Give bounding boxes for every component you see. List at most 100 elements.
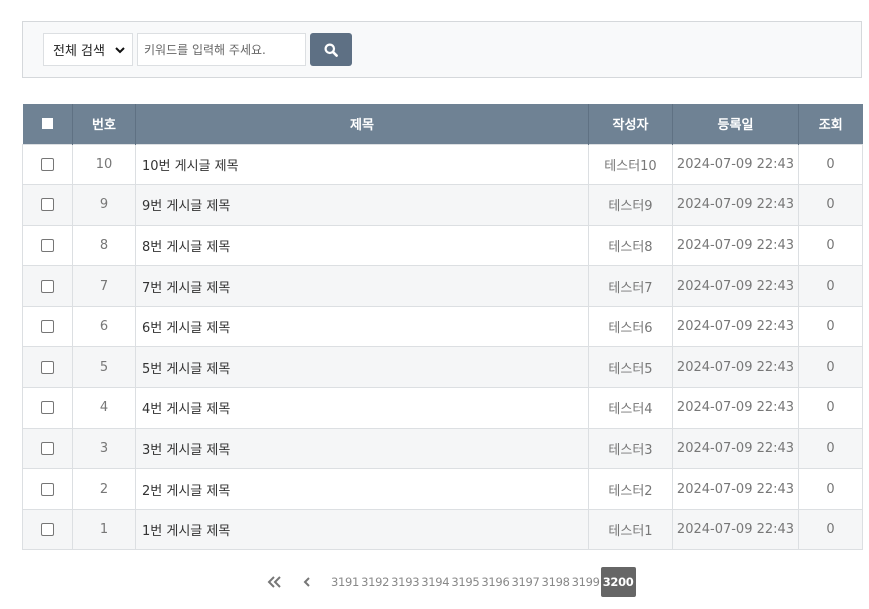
row-author: 테스터7	[588, 265, 673, 307]
row-checkbox[interactable]	[41, 238, 54, 252]
page-link[interactable]: 3192	[360, 567, 390, 597]
row-checkbox-cell[interactable]	[22, 224, 73, 267]
page-number-list: 3191 3192 3193 3194 3195 3196 3197 3198 3199 3200	[330, 567, 636, 597]
row-checkbox[interactable]	[41, 441, 54, 455]
page-link[interactable]: 3197	[510, 567, 540, 597]
search-icon	[324, 43, 338, 57]
table-header-row: 번호 제목 작성자 등록일 조회	[22, 104, 863, 144]
page-link[interactable]: 3193	[390, 567, 420, 597]
page-link[interactable]: 3191	[330, 567, 360, 597]
row-number: 2	[72, 468, 136, 510]
row-checkbox-cell[interactable]	[22, 265, 73, 307]
table-row[interactable]: 3 3번 게시글 제목 테스터3 2024-07-09 22:43 0	[22, 427, 863, 470]
row-title-link[interactable]: 8번 게시글 제목	[135, 224, 589, 267]
row-checkbox-cell[interactable]	[22, 143, 73, 186]
row-title-link[interactable]: 10번 게시글 제목	[135, 143, 589, 186]
chevron-left-icon[interactable]	[302, 574, 312, 590]
search-type-value: 전체 검색	[53, 44, 105, 59]
page-link[interactable]: 3199	[571, 567, 601, 597]
row-date: 2024-07-09 22:43	[672, 305, 799, 348]
row-title-link[interactable]: 6번 게시글 제목	[135, 305, 589, 348]
search-type-select[interactable]: 전체 검색	[43, 33, 133, 66]
row-views: 0	[798, 468, 863, 510]
search-panel: 전체 검색	[22, 21, 862, 78]
row-views: 0	[798, 184, 863, 226]
row-date: 2024-07-09 22:43	[672, 508, 799, 551]
row-number: 7	[72, 265, 136, 307]
row-date: 2024-07-09 22:43	[672, 427, 799, 470]
table-row[interactable]: 1 1번 게시글 제목 테스터1 2024-07-09 22:43 0	[22, 508, 863, 551]
row-views: 0	[798, 224, 863, 267]
row-checkbox[interactable]	[41, 523, 54, 537]
table-row[interactable]: 10 10번 게시글 제목 테스터10 2024-07-09 22:43 0	[22, 143, 863, 186]
table-row[interactable]: 7 7번 게시글 제목 테스터7 2024-07-09 22:43 0	[22, 265, 863, 307]
row-number: 3	[72, 427, 136, 470]
row-checkbox[interactable]	[41, 198, 54, 212]
row-checkbox-cell[interactable]	[22, 387, 73, 429]
row-views: 0	[798, 346, 863, 389]
row-checkbox-cell[interactable]	[22, 305, 73, 348]
table-row[interactable]: 4 4번 게시글 제목 테스터4 2024-07-09 22:43 0	[22, 387, 863, 429]
page-link[interactable]: 3195	[450, 567, 480, 597]
row-author: 테스터4	[588, 387, 673, 429]
row-date: 2024-07-09 22:43	[672, 468, 799, 510]
row-author: 테스터5	[588, 346, 673, 389]
page-current[interactable]: 3200	[600, 567, 636, 597]
row-title-link[interactable]: 9번 게시글 제목	[135, 184, 589, 226]
row-checkbox[interactable]	[41, 401, 54, 415]
select-all-checkbox[interactable]	[41, 118, 53, 130]
row-author: 테스터6	[588, 305, 673, 348]
row-date: 2024-07-09 22:43	[672, 265, 799, 307]
page-link[interactable]: 3194	[420, 567, 450, 597]
row-title-link[interactable]: 3번 게시글 제목	[135, 427, 589, 470]
row-views: 0	[798, 143, 863, 186]
search-button[interactable]	[310, 33, 352, 66]
row-title-link[interactable]: 4번 게시글 제목	[135, 387, 589, 429]
row-checkbox[interactable]	[41, 157, 54, 171]
row-number: 8	[72, 224, 136, 267]
row-title-link[interactable]: 7번 게시글 제목	[135, 265, 589, 307]
row-number: 9	[72, 184, 136, 226]
table-row[interactable]: 8 8번 게시글 제목 테스터8 2024-07-09 22:43 0	[22, 224, 863, 267]
double-chevron-left-icon[interactable]	[266, 574, 282, 590]
row-title-link[interactable]: 1번 게시글 제목	[135, 508, 589, 551]
row-date: 2024-07-09 22:43	[672, 387, 799, 429]
header-title: 제목	[135, 104, 589, 144]
row-date: 2024-07-09 22:43	[672, 143, 799, 186]
row-number: 4	[72, 387, 136, 429]
row-checkbox-cell[interactable]	[22, 184, 73, 226]
row-number: 5	[72, 346, 136, 389]
table-row[interactable]: 6 6번 게시글 제목 테스터6 2024-07-09 22:43 0	[22, 305, 863, 348]
row-checkbox-cell[interactable]	[22, 427, 73, 470]
header-number: 번호	[72, 104, 136, 144]
row-author: 테스터1	[588, 508, 673, 551]
row-title-link[interactable]: 5번 게시글 제목	[135, 346, 589, 389]
row-title-link[interactable]: 2번 게시글 제목	[135, 468, 589, 510]
row-author: 테스터9	[588, 184, 673, 226]
header-author: 작성자	[588, 104, 673, 144]
page-link[interactable]: 3196	[480, 567, 510, 597]
row-checkbox-cell[interactable]	[22, 508, 73, 551]
table-row[interactable]: 2 2번 게시글 제목 테스터2 2024-07-09 22:43 0	[22, 468, 863, 510]
row-author: 테스터10	[588, 143, 673, 186]
row-checkbox[interactable]	[41, 279, 54, 293]
chevron-down-icon	[115, 47, 125, 54]
row-views: 0	[798, 387, 863, 429]
table-row[interactable]: 5 5번 게시글 제목 테스터5 2024-07-09 22:43 0	[22, 346, 863, 389]
row-date: 2024-07-09 22:43	[672, 184, 799, 226]
table-row[interactable]: 9 9번 게시글 제목 테스터9 2024-07-09 22:43 0	[22, 184, 863, 226]
row-checkbox[interactable]	[41, 482, 54, 496]
row-number: 6	[72, 305, 136, 348]
row-views: 0	[798, 265, 863, 307]
row-checkbox[interactable]	[41, 360, 54, 374]
row-checkbox-cell[interactable]	[22, 346, 73, 389]
row-views: 0	[798, 305, 863, 348]
row-author: 테스터2	[588, 468, 673, 510]
row-author: 테스터8	[588, 224, 673, 267]
row-checkbox[interactable]	[41, 320, 54, 334]
row-checkbox-cell[interactable]	[22, 468, 73, 510]
row-number: 10	[72, 143, 136, 186]
search-input[interactable]	[137, 33, 306, 66]
page-link[interactable]: 3198	[541, 567, 571, 597]
header-select-all[interactable]	[22, 104, 73, 144]
